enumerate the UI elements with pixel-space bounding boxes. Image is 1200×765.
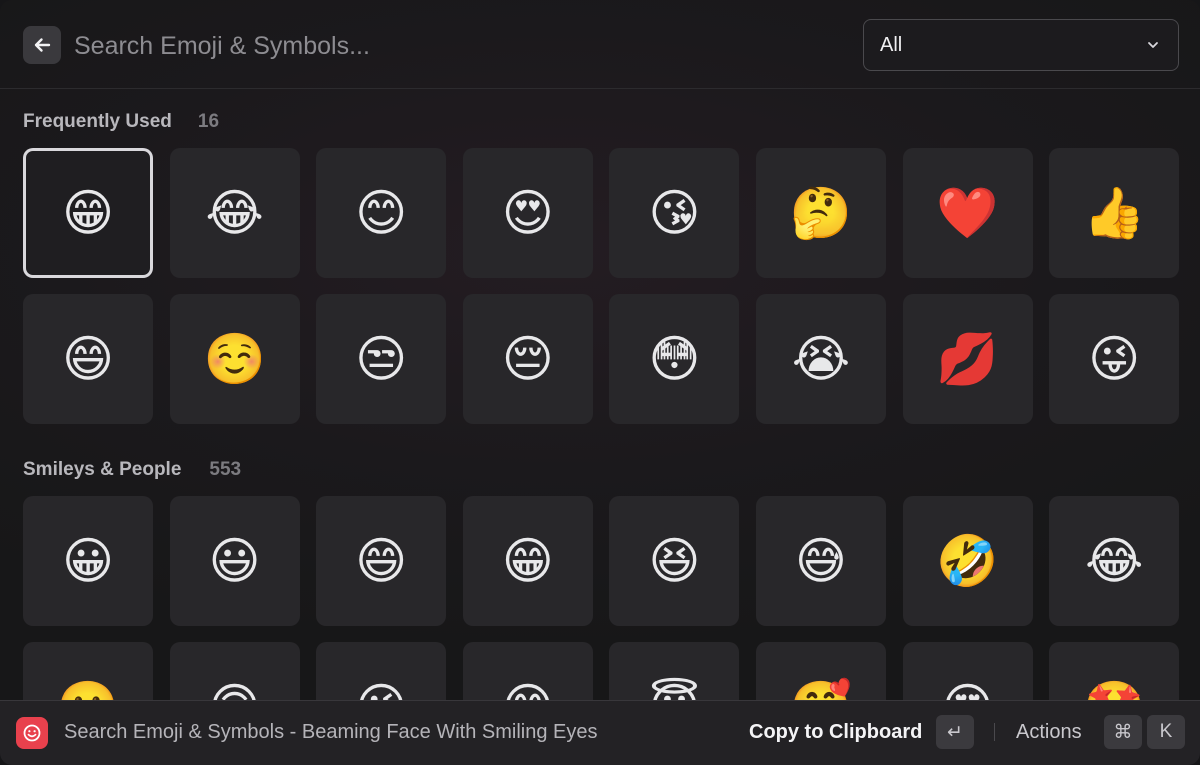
emoji-cell[interactable]: 😆 — [609, 496, 740, 626]
section-count: 553 — [209, 459, 242, 480]
emoji-cell[interactable]: 🤔 — [755, 148, 886, 278]
emoji-cell[interactable]: 💋 — [902, 294, 1033, 424]
emoji-grid-frequently-used: 😁 😂 😊 😍 😘 🤔 ❤️ 👍 😄 ☺️ 😒 😔 😳 😭 💋 😜 — [23, 148, 1180, 424]
search-header: All — [0, 0, 1200, 89]
emoji-cell[interactable]: 😁 — [23, 148, 153, 278]
back-button[interactable] — [23, 26, 61, 64]
footer-title: Search Emoji & Symbols - Beaming Face Wi… — [64, 721, 598, 743]
emoji-cell[interactable]: 😳 — [609, 294, 740, 424]
emoji-cell[interactable]: 😂 — [1049, 496, 1180, 626]
actions-button[interactable]: Actions — [1016, 721, 1082, 744]
section-title: Smileys & People — [23, 459, 182, 480]
emoji-cell[interactable]: 😊 — [316, 148, 447, 278]
emoji-cell[interactable]: 😘 — [609, 148, 740, 278]
search-input[interactable] — [74, 26, 834, 66]
emoji-picker-window: All Frequently Used 16 😁😂😊😍😘🤔❤️👍😄☺️😒😔😳😭💋… — [0, 0, 1200, 765]
emoji-cell[interactable]: 😅 — [755, 496, 886, 626]
section-header-frequently-used: Frequently Used 16 — [23, 111, 219, 135]
emoji-cell[interactable]: 😒 — [316, 294, 447, 424]
emoji-cell[interactable]: 😔 — [462, 294, 593, 424]
action-bar: Search Emoji & Symbols - Beaming Face Wi… — [0, 700, 1200, 765]
section-title: Frequently Used — [23, 111, 172, 132]
emoji-cell[interactable]: 😜 — [1049, 294, 1180, 424]
emoji-cell[interactable]: 😁 — [462, 496, 593, 626]
footer-divider — [994, 723, 995, 741]
k-key-hint: K — [1147, 715, 1185, 749]
command-key-hint: ⌘ — [1104, 715, 1142, 749]
chevron-down-icon — [1148, 42, 1158, 48]
emoji-cell[interactable]: 😃 — [169, 496, 300, 626]
filter-selected-value: All — [880, 33, 903, 56]
arrow-left-icon — [34, 38, 51, 52]
copy-to-clipboard-button[interactable]: Copy to Clipboard — [749, 721, 922, 744]
emoji-cell[interactable]: 😀 — [23, 496, 153, 626]
category-filter-dropdown[interactable]: All — [863, 19, 1179, 71]
emoji-cell[interactable]: 🤣 — [902, 496, 1033, 626]
emoji-cell[interactable]: 😄 — [23, 294, 153, 424]
emoji-cell[interactable]: ☺️ — [169, 294, 300, 424]
enter-key-hint: ↵ — [936, 715, 974, 749]
emoji-cell[interactable]: ❤️ — [902, 148, 1033, 278]
section-count: 16 — [197, 111, 220, 132]
emoji-cell[interactable]: 😂 — [169, 148, 300, 278]
emoji-cell[interactable]: 😍 — [462, 148, 593, 278]
emoji-cell[interactable]: 😄 — [316, 496, 447, 626]
emoji-smile-icon — [16, 717, 48, 749]
emoji-cell[interactable]: 😭 — [755, 294, 886, 424]
emoji-cell[interactable]: 👍 — [1049, 148, 1180, 278]
section-header-smileys-people: Smileys & People 553 — [23, 459, 241, 483]
